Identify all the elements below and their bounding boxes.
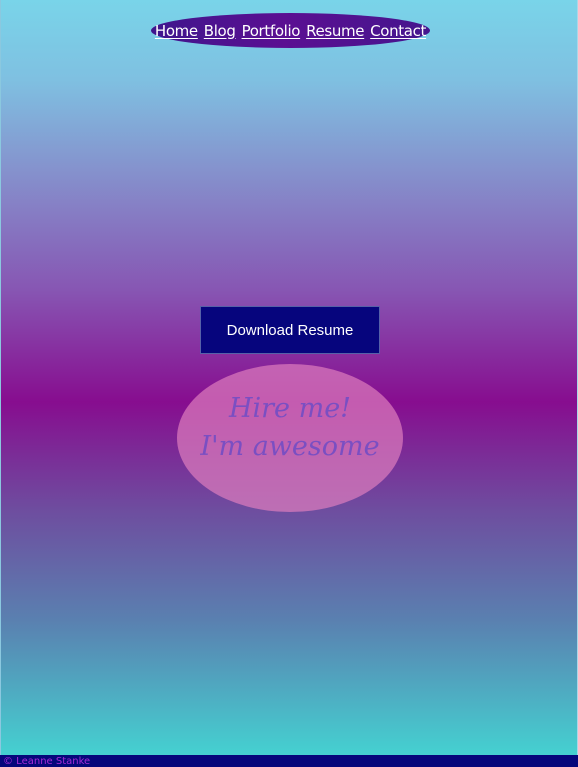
awesome-tagline: I'm awesome [200,431,380,462]
hire-me-bubble: Hire me! I'm awesome [177,364,403,512]
nav-link-blog[interactable]: Blog [204,23,236,39]
nav-link-home[interactable]: Home [155,23,198,39]
main-navigation: Home Blog Portfolio Resume Contact [151,13,430,48]
hire-me-headline: Hire me! [228,393,352,424]
nav-link-contact[interactable]: Contact [370,23,426,39]
copyright-text: © Leanne Stanke [3,756,91,767]
nav-link-resume[interactable]: Resume [306,23,364,39]
nav-link-portfolio[interactable]: Portfolio [242,23,301,39]
download-resume-button[interactable]: Download Resume [200,306,380,354]
footer: © Leanne Stanke [0,755,578,767]
page-background: Home Blog Portfolio Resume Contact Downl… [0,0,578,767]
